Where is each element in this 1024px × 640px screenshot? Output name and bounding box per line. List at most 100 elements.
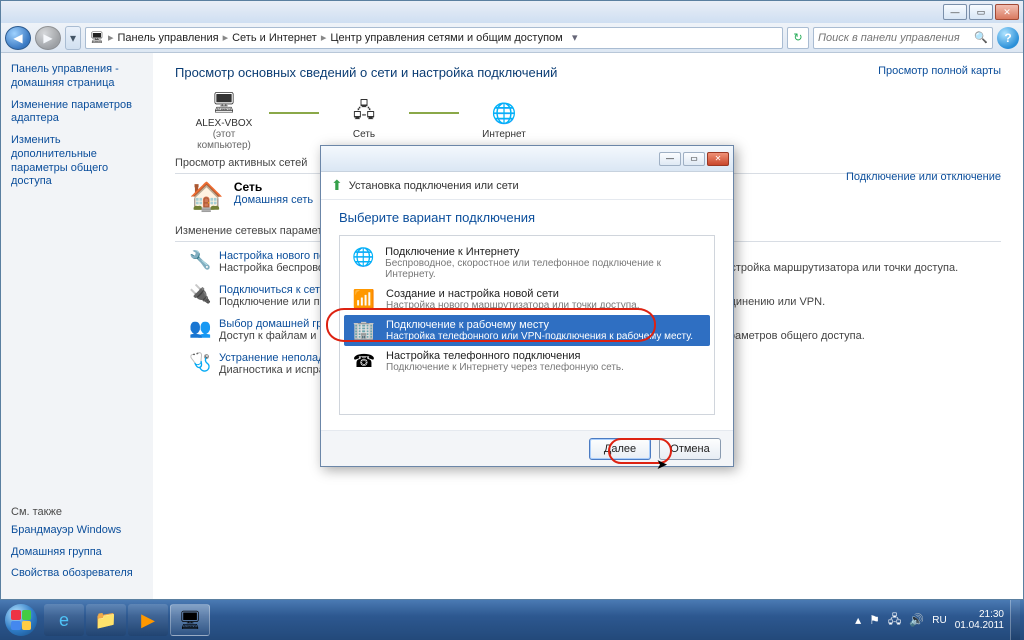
- see-also-homegroup[interactable]: Домашняя группа: [11, 546, 143, 560]
- router-icon: 📶: [350, 288, 378, 310]
- wrench-icon: 🔧: [189, 250, 211, 271]
- wizard-option-dialup[interactable]: ☎ Настройка телефонного подключения Подк…: [344, 346, 710, 377]
- help-button[interactable]: ?: [997, 27, 1019, 49]
- tray-volume-icon[interactable]: 🔊: [909, 613, 924, 627]
- option-desc: Беспроводное, скоростное или телефонное …: [385, 258, 704, 280]
- breadcrumb[interactable]: 🖥 ▸ Панель управления ▸ Сеть и Интернет …: [85, 27, 783, 49]
- tray-network-icon[interactable]: 🖧: [888, 610, 901, 631]
- wizard-option-new-network[interactable]: 📶 Создание и настройка новой сети Настро…: [344, 284, 710, 315]
- wizard-maximize-button[interactable]: ▭: [683, 152, 705, 166]
- netnode-internet[interactable]: 🌐 Интернет: [469, 99, 539, 140]
- option-title: Настройка телефонного подключения: [386, 350, 624, 362]
- wizard-option-list: 🌐 Подключение к Интернету Беспроводное, …: [339, 235, 715, 415]
- breadcrumb-item[interactable]: Сеть и Интернет: [232, 32, 317, 44]
- wizard-option-workplace[interactable]: 🏢 Подключение к рабочему месту Настройка…: [344, 315, 710, 346]
- start-button[interactable]: [0, 600, 42, 640]
- wizard-header: ⬆ Установка подключения или сети: [321, 172, 733, 200]
- address-bar: ◀ ▶ ▾ 🖥 ▸ Панель управления ▸ Сеть и Инт…: [1, 23, 1023, 53]
- option-desc: Настройка телефонного или VPN-подключени…: [386, 331, 693, 342]
- search-icon: 🔍: [974, 31, 988, 44]
- plug-icon: 🔌: [189, 284, 211, 305]
- connect-disconnect-link[interactable]: Подключение или отключение: [846, 171, 1001, 183]
- taskbar-clock[interactable]: 21:30 01.04.2011: [955, 609, 1004, 632]
- minimize-button[interactable]: —: [943, 4, 967, 20]
- refresh-button[interactable]: ↻: [787, 27, 809, 49]
- sidebar-link-sharing[interactable]: Изменить дополнительные параметры общего…: [11, 134, 143, 189]
- sidebar-link-adapter[interactable]: Изменение параметров адаптера: [11, 99, 143, 127]
- nav-back-button[interactable]: ◀: [5, 26, 31, 50]
- option-title: Подключение к Интернету: [385, 246, 704, 258]
- workplace-icon: 🏢: [350, 319, 378, 341]
- diagnose-icon: 🩺: [189, 352, 211, 373]
- globe-icon: 🌐: [350, 246, 377, 268]
- tray-expand-icon[interactable]: ▴: [855, 613, 861, 627]
- settings-icon: 🖥: [179, 610, 202, 631]
- netmap-connector: [269, 112, 319, 114]
- language-indicator[interactable]: RU: [932, 615, 946, 626]
- search-input[interactable]: [818, 32, 974, 44]
- pc-icon: 🖥: [208, 88, 240, 116]
- home-icon: 🏠: [189, 180, 224, 213]
- phone-icon: ☎: [350, 350, 378, 372]
- taskbar-mediaplayer[interactable]: ▶: [128, 604, 168, 636]
- netnode-network[interactable]: 🖧 Сеть: [329, 99, 399, 140]
- titlebar: — ▭ ✕: [1, 1, 1023, 23]
- netmap-connector: [409, 112, 459, 114]
- next-button[interactable]: Далее: [589, 438, 651, 460]
- chevron-right-icon: ▸: [321, 31, 327, 44]
- netnode-label: Интернет: [469, 129, 539, 140]
- clock-date: 01.04.2011: [955, 620, 1004, 632]
- taskbar: e 📁 ▶ 🖥 ▴ ⚑ 🖧 🔊 RU 21:30 01.04.2011: [0, 600, 1024, 640]
- chevron-right-icon: ▸: [223, 31, 229, 44]
- media-icon: ▶: [141, 610, 155, 631]
- nav-forward-button[interactable]: ▶: [35, 26, 61, 50]
- close-button[interactable]: ✕: [995, 4, 1019, 20]
- wizard-heading: Выберите вариант подключения: [339, 210, 715, 225]
- wizard-close-button[interactable]: ✕: [707, 152, 729, 166]
- system-tray: ▴ ⚑ 🖧 🔊 RU 21:30 01.04.2011: [855, 609, 1010, 632]
- ie-icon: e: [59, 610, 69, 631]
- taskbar-control-panel[interactable]: 🖥: [170, 604, 210, 636]
- nav-history-dropdown[interactable]: ▾: [65, 26, 81, 50]
- cancel-button[interactable]: Отмена: [659, 438, 721, 460]
- option-title: Подключение к рабочему месту: [386, 319, 693, 331]
- tray-flag-icon[interactable]: ⚑: [869, 613, 880, 627]
- wizard-title: Установка подключения или сети: [349, 180, 519, 192]
- connection-wizard-dialog: — ▭ ✕ ⬆ Установка подключения или сети В…: [320, 145, 734, 467]
- show-desktop-button[interactable]: [1010, 600, 1020, 640]
- wizard-minimize-button[interactable]: —: [659, 152, 681, 166]
- chevron-right-icon: ▸: [108, 31, 114, 44]
- see-also-firewall[interactable]: Брандмауэр Windows: [11, 524, 143, 538]
- folder-icon: 📁: [95, 610, 117, 631]
- network-map: 🖥 ALEX-VBOX (этот компьютер) 🖧 Сеть 🌐 Ин…: [189, 88, 1001, 151]
- netnode-label: ALEX-VBOX: [189, 118, 259, 129]
- wizard-body: Выберите вариант подключения 🌐 Подключен…: [321, 200, 733, 430]
- option-desc: Подключение к Интернету через телефонную…: [386, 362, 624, 373]
- people-icon: 👥: [189, 318, 211, 339]
- wizard-titlebar: — ▭ ✕: [321, 146, 733, 172]
- view-full-map-link[interactable]: Просмотр полной карты: [878, 65, 1001, 77]
- breadcrumb-item[interactable]: Панель управления: [118, 32, 219, 44]
- search-box[interactable]: 🔍: [813, 27, 993, 49]
- clock-time: 21:30: [955, 609, 1004, 621]
- globe-icon: 🌐: [488, 99, 520, 127]
- see-also-heading: См. также: [11, 506, 143, 518]
- taskbar-explorer[interactable]: 📁: [86, 604, 126, 636]
- sidebar-link-home[interactable]: Панель управления - домашняя страница: [11, 63, 143, 91]
- breadcrumb-dropdown-icon[interactable]: ▾: [567, 31, 583, 44]
- active-network-type-link[interactable]: Домашняя сеть: [234, 194, 313, 206]
- wizard-option-internet[interactable]: 🌐 Подключение к Интернету Беспроводное, …: [344, 242, 710, 284]
- maximize-button[interactable]: ▭: [969, 4, 993, 20]
- netnode-sub: (этот компьютер): [189, 129, 259, 151]
- windows-logo-icon: [5, 604, 37, 636]
- active-network-name: Сеть: [234, 180, 313, 194]
- option-title: Создание и настройка новой сети: [386, 288, 640, 300]
- network-icon: 🖧: [348, 99, 380, 127]
- see-also-internet-options[interactable]: Свойства обозревателя: [11, 567, 143, 581]
- taskbar-ie[interactable]: e: [44, 604, 84, 636]
- wizard-footer: Далее Отмена: [321, 430, 733, 466]
- breadcrumb-item[interactable]: Центр управления сетями и общим доступом: [330, 32, 562, 44]
- sidebar: Панель управления - домашняя страница Из…: [1, 53, 153, 599]
- netnode-this-pc[interactable]: 🖥 ALEX-VBOX (этот компьютер): [189, 88, 259, 151]
- netnode-label: Сеть: [329, 129, 399, 140]
